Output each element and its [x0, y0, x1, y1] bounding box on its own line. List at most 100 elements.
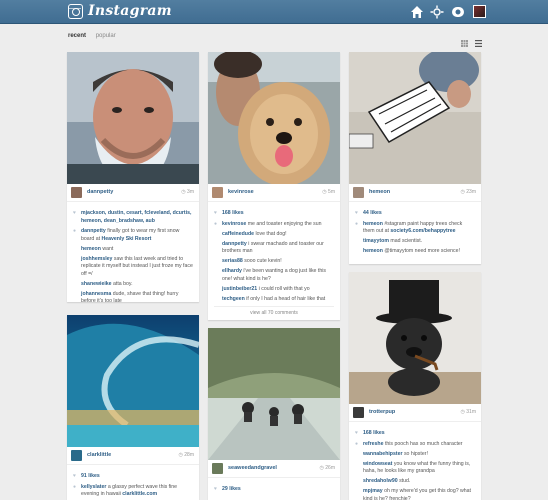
comment: wannabehipster so hipster! [363, 451, 475, 459]
comment-user[interactable]: techgeen [222, 296, 245, 302]
comment-user[interactable]: johannesma [81, 291, 111, 297]
post-photo[interactable] [67, 315, 199, 447]
post-username[interactable]: seaweedandgravel [228, 465, 277, 471]
comment-user[interactable]: ellhardy [222, 268, 242, 274]
comment: timayytom mad scientist. [363, 238, 475, 246]
likes-count[interactable]: 44 likes [355, 210, 475, 218]
comment-link[interactable]: society6.com/behappytree [390, 228, 455, 234]
post-time: 23m [461, 189, 476, 195]
likes-list[interactable]: mjackson, dustin, cesart, fcleveland, dc… [73, 210, 193, 225]
comment: joshhemsley saw this last week and tried… [81, 256, 193, 279]
comment-text: @timayytom need more science! [384, 248, 460, 255]
avatar[interactable] [353, 407, 364, 418]
comment: techgeen if only I had a head of hair li… [222, 296, 334, 304]
comment-user[interactable]: timayytom [363, 238, 389, 244]
comment: caffeinedude love that dog! [222, 231, 334, 239]
comment-user[interactable]: justinbeiber21 [222, 286, 257, 292]
likes-count[interactable]: 91 likes [73, 473, 193, 481]
camera-logo-icon[interactable] [68, 4, 83, 19]
comment-user[interactable]: windowseat [363, 461, 392, 467]
post-username[interactable]: hemeon [369, 189, 390, 195]
comment-user[interactable]: kellyslater [81, 484, 106, 490]
comment: hemeon @timayytom need more science! [363, 248, 475, 256]
post-card: trotterpup 31m 168 likes refreshe this p… [349, 272, 481, 500]
comment: shanewieike atta boy. [81, 281, 193, 289]
comment-user[interactable]: mpjmay [363, 488, 383, 494]
comment-user[interactable]: dannpetty [222, 241, 247, 247]
post-username[interactable]: dannpetty [87, 189, 113, 195]
post-meta: trotterpup 31m [349, 404, 481, 422]
comment-link[interactable]: clarklittle.com [122, 491, 157, 497]
avatar[interactable] [71, 187, 82, 198]
avatar[interactable] [212, 187, 223, 198]
comment: shredaholw90 stud. [363, 478, 475, 486]
post-photo[interactable] [349, 52, 481, 184]
comments-list: kevinrose me and toaster enjoying the su… [214, 221, 334, 304]
tab-recent[interactable]: recent [68, 33, 86, 39]
post-photo[interactable] [208, 52, 340, 184]
news-icon[interactable] [430, 5, 444, 19]
grid-view-icon[interactable] [461, 34, 468, 47]
profile-icon[interactable] [451, 5, 465, 19]
likes-count[interactable]: 168 likes [214, 210, 334, 218]
comment-user[interactable]: dannpetty [81, 228, 106, 234]
comment-user[interactable]: shanewieike [81, 281, 112, 287]
post-meta: dannpetty 3m [67, 184, 199, 202]
comment: dannpetty finally got to wear my first s… [81, 228, 193, 243]
post-body: 29 likes [208, 486, 340, 497]
list-view-icon[interactable] [475, 34, 482, 47]
post-time: 3m [181, 189, 194, 195]
comment: hemeon #stagram paint happy trees check … [363, 221, 475, 236]
post-username[interactable]: clarklittle [87, 452, 111, 458]
avatar[interactable] [71, 450, 82, 461]
comment-link[interactable]: Heavenly Ski Resort [101, 236, 151, 242]
likes-count[interactable]: 168 likes [355, 430, 475, 438]
comment-user[interactable]: refreshe [363, 441, 383, 447]
comment-user[interactable]: caffeinedude [222, 231, 254, 237]
post-username[interactable]: kevinrose [228, 189, 254, 195]
post-body: 91 likes kellyslater a glassy perfect wa… [67, 473, 199, 500]
post-photo[interactable] [208, 328, 340, 460]
post-photo[interactable] [349, 272, 481, 404]
likes-count[interactable]: 29 likes [214, 486, 334, 494]
comment: kevinrose me and toaster enjoying the su… [222, 221, 334, 229]
comment-user[interactable]: shredaholw90 [363, 478, 398, 484]
post-card: dannpetty 3m mjackson, dustin, cesart, f… [67, 52, 199, 304]
comment: hemeon want [81, 246, 193, 254]
comment-user[interactable]: wannabehipster [363, 451, 403, 457]
comment: kellyslater a glassy perfect wave this f… [81, 484, 193, 499]
comment-user[interactable]: kevinrose [222, 221, 246, 227]
post-username[interactable]: trotterpup [369, 409, 395, 415]
comment: mpjmay oh my where'd you get this dog? w… [363, 488, 475, 500]
tab-popular[interactable]: popular [96, 33, 116, 39]
app-logo[interactable]: Instagram [88, 3, 172, 19]
post-body: 168 likes kevinrose me and toaster enjoy… [208, 210, 340, 318]
home-icon[interactable] [410, 5, 424, 19]
post-card: kevinrose 5m 168 likes kevinrose me and … [208, 52, 340, 320]
comments-list: kellyslater a glassy perfect wave this f… [73, 484, 193, 499]
comments-list: dannpetty finally got to wear my first s… [73, 228, 193, 306]
user-avatar[interactable] [473, 5, 486, 18]
post-meta: kevinrose 5m [208, 184, 340, 202]
comment: refreshe this pooch has so much characte… [363, 441, 475, 449]
post-photo[interactable] [67, 52, 199, 184]
comments-list: hemeon #stagram paint happy trees check … [355, 221, 475, 256]
comment-user[interactable]: serias88 [222, 258, 243, 264]
comment-user[interactable]: hemeon [363, 248, 383, 254]
comment-text: sooo cute kevin! [244, 258, 282, 265]
comment-text: i could roll with that yo [258, 285, 310, 292]
comment: johannesma dude, shave that thing! hurry… [81, 291, 193, 306]
comment-user[interactable]: hemeon [363, 221, 383, 227]
comment-text: love that dog! [255, 230, 287, 237]
comment-user[interactable]: hemeon [81, 246, 101, 252]
post-card: clarklittle 28m 91 likes kellyslater a g… [67, 315, 199, 500]
comment-user[interactable]: joshhemsley [81, 256, 112, 262]
post-meta: hemeon 23m [349, 184, 481, 202]
avatar[interactable] [353, 187, 364, 198]
post-body: 44 likes hemeon #stagram paint happy tre… [349, 210, 481, 258]
feed-tabs: recent popular [68, 33, 124, 39]
post-time: 26m [320, 465, 335, 471]
avatar[interactable] [212, 463, 223, 474]
view-all-comments-link[interactable]: view all 70 comments [214, 306, 334, 317]
comments-list: refreshe this pooch has so much characte… [355, 441, 475, 500]
